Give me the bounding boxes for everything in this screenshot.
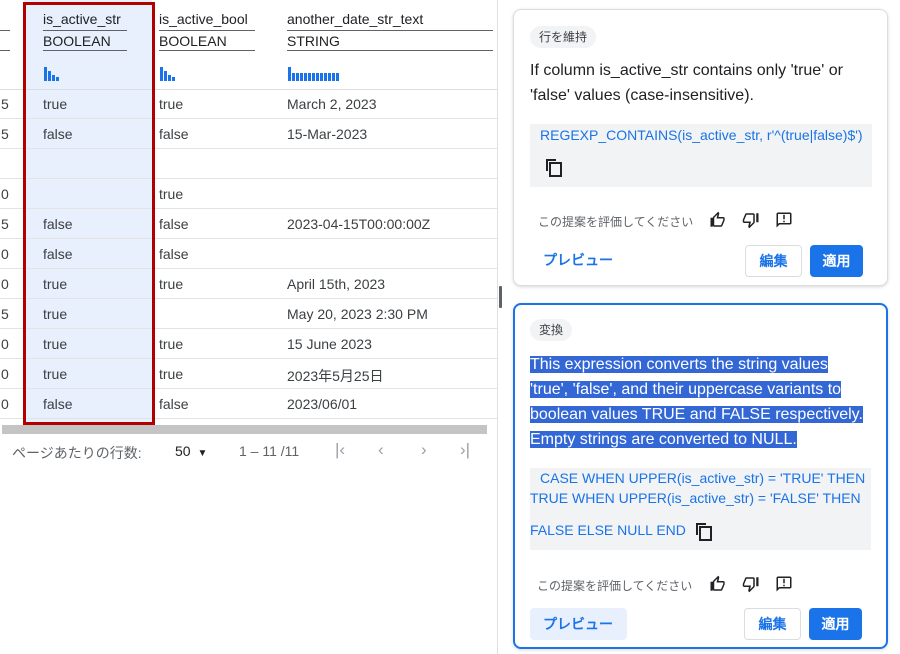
preview-button[interactable]: プレビュー [530, 608, 627, 640]
feedback-icon[interactable] [775, 211, 793, 229]
next-page-icon[interactable]: › [421, 440, 427, 460]
header-divider [159, 30, 255, 31]
table-cell: 0 [1, 276, 9, 292]
feedback-icon[interactable] [775, 575, 793, 593]
code-line: TRUE WHEN UPPER(is_active_str) = 'FALSE'… [530, 490, 861, 506]
table-cell: 0 [1, 246, 9, 262]
copy-icon[interactable] [696, 523, 712, 541]
column-type: STRING [287, 33, 340, 49]
histogram-icon[interactable] [160, 67, 175, 81]
apply-button[interactable]: 適用 [810, 245, 863, 277]
header-divider [287, 30, 493, 31]
table-cell: true [159, 336, 184, 352]
rows-per-page-select[interactable]: 50 ▼ [175, 443, 207, 459]
rate-suggestion-label: この提案を評価してください [537, 579, 693, 593]
table-cell: 5 [1, 96, 9, 112]
table-cell: true [159, 96, 184, 112]
prev-page-icon[interactable]: ‹ [378, 440, 384, 460]
suggestion-card-keep-rows[interactable]: 行を維持 If column is_active_str contains on… [513, 9, 888, 286]
table-cell: 15-Mar-2023 [287, 126, 368, 142]
header-divider [287, 50, 493, 51]
last-page-icon[interactable]: ›| [460, 440, 470, 460]
table-cell: false [159, 216, 189, 232]
rate-suggestion-label: この提案を評価してください [538, 215, 694, 229]
annotation-highlight-box [23, 2, 155, 425]
table-cell: 5 [1, 306, 9, 322]
edit-button[interactable]: 編集 [744, 608, 801, 640]
suggestion-code-block: REGEXP_CONTAINS(is_active_str, r'^(true|… [530, 124, 872, 187]
rows-per-page-label: ページあたりの行数: [12, 445, 142, 461]
column-name: another_date_str_text [287, 11, 424, 27]
suggestion-code-block: CASE WHEN UPPER(is_active_str) = 'TRUE' … [530, 468, 871, 550]
table-cell: 15 June 2023 [287, 336, 372, 352]
table-cell: 0 [1, 366, 9, 382]
rows-per-page-value: 50 [175, 443, 191, 459]
table-cell: 2023-04-15T00:00:00Z [287, 216, 431, 232]
table-cell: 0 [1, 396, 9, 412]
code-line: CASE WHEN UPPER(is_active_str) = 'TRUE' … [540, 470, 866, 486]
header-divider [159, 50, 255, 51]
suggestion-type-chip: 行を維持 [530, 26, 597, 48]
column-type: BOOLEAN [159, 33, 227, 49]
apply-button[interactable]: 適用 [809, 608, 862, 640]
column-header-another-date-str-text[interactable]: another_date_str_text STRING [286, 0, 496, 90]
table-cell: true [159, 366, 184, 382]
suggestion-description: If column is_active_str contains only 't… [530, 62, 843, 104]
table-cell: false [159, 396, 189, 412]
column-header-is-active-bool[interactable]: is_active_bool BOOLEAN [158, 0, 278, 90]
table-cell: 5 [1, 216, 9, 232]
table-cell: 2023/06/01 [287, 396, 358, 412]
suggestion-type-chip: 変換 [530, 319, 573, 341]
table-cell: 0 [1, 336, 9, 352]
table-cell: 2023年5月25日 [287, 368, 384, 384]
code-line: REGEXP_CONTAINS(is_active_str, r'^(true|… [540, 127, 863, 143]
header-divider [0, 30, 10, 31]
table-cell: April 15th, 2023 [287, 276, 386, 292]
thumbs-up-icon[interactable] [709, 575, 727, 593]
selected-text: 'true', 'false', and their uppercase var… [530, 381, 842, 398]
edit-button[interactable]: 編集 [745, 245, 802, 277]
selected-text: This expression converts the string valu… [530, 356, 828, 373]
preview-button[interactable]: プレビュー [530, 244, 626, 276]
page-range: 1 – 11 /11 [239, 443, 300, 459]
thumbs-down-icon[interactable] [742, 575, 760, 593]
table-cell: March 2, 2023 [287, 96, 377, 112]
panel-divider [497, 0, 498, 654]
header-divider [0, 50, 10, 51]
first-page-icon[interactable]: |‹ [335, 440, 345, 460]
suggestion-description: This expression converts the string valu… [530, 352, 875, 452]
thumbs-up-icon[interactable] [709, 211, 727, 229]
thumbs-down-icon[interactable] [742, 211, 760, 229]
table-cell: false [159, 126, 189, 142]
code-line: FALSE ELSE NULL END [530, 522, 686, 538]
table-cell: true [159, 186, 184, 202]
horizontal-scrollbar[interactable] [2, 425, 487, 434]
data-table-panel: is_active_str BOOLEAN is_active_bool BOO… [0, 0, 497, 654]
resize-handle[interactable] [499, 286, 502, 308]
suggestion-card-transform[interactable]: 変換 This expression converts the string v… [513, 303, 888, 649]
table-cell: 5 [1, 126, 9, 142]
selected-text: boolean values TRUE and FALSE respective… [530, 406, 863, 423]
table-cell: true [159, 276, 184, 292]
histogram-icon[interactable] [288, 67, 339, 81]
dropdown-arrow-icon: ▼ [197, 448, 208, 459]
table-cell: 0 [1, 186, 9, 202]
copy-icon[interactable] [546, 159, 562, 177]
selected-text: Empty strings are converted to NULL. [530, 431, 797, 448]
table-cell: May 20, 2023 2:30 PM [287, 306, 428, 322]
column-name: is_active_bool [159, 11, 248, 27]
table-cell: false [159, 246, 189, 262]
